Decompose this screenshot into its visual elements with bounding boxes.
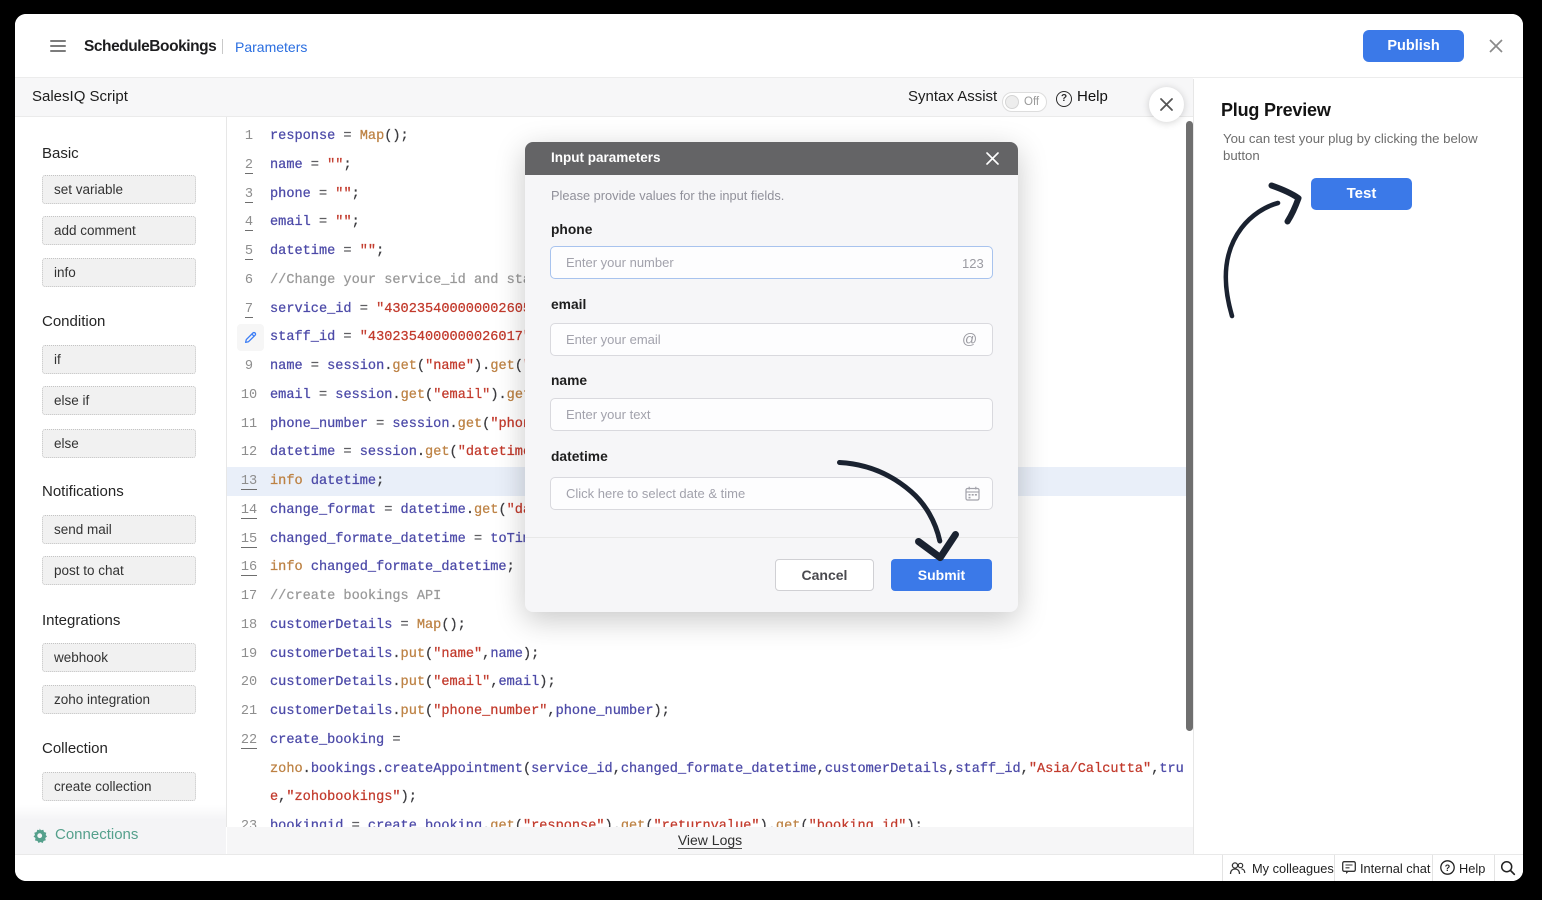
svg-text:?: ?: [1445, 863, 1451, 873]
